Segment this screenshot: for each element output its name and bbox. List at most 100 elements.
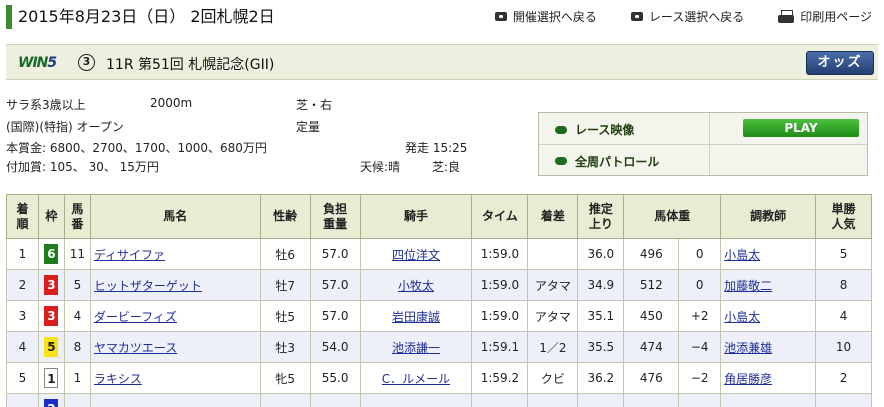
race-video-label-wrap: レース映像 <box>555 121 634 138</box>
trainer-link[interactable]: 池添兼雄 <box>724 341 772 355</box>
trainer-link[interactable]: 小島太 <box>724 248 760 262</box>
horse-link[interactable]: ディサイファ <box>94 248 165 262</box>
jockey-link[interactable]: 小牧太 <box>398 279 434 293</box>
print-page-link[interactable]: 印刷用ページ <box>778 8 872 25</box>
video-panel: レース映像 PLAY 全周パトロール <box>538 112 868 176</box>
trainer-link[interactable]: 加藤敬二 <box>724 279 772 293</box>
waku-badge: 3 <box>44 275 59 295</box>
num-cell: 8 <box>63 331 91 363</box>
jockey-link[interactable]: 池添謙一 <box>392 341 440 355</box>
waku-cell: 1 <box>37 362 65 394</box>
bodyweight-cell: 450 <box>623 300 680 332</box>
jockey-cell: C．ルメール <box>359 362 473 394</box>
margin-cell: アタマ <box>527 300 579 332</box>
results-table: 着 順 枠 馬 番 馬名 性齢 負担 重量 騎手 タイム 着差 推定 上り 馬体… <box>6 194 872 407</box>
rank-cell: 2 <box>6 269 39 301</box>
last3f-cell: 36.0 <box>577 238 625 270</box>
jockey-cell: 小牧太 <box>359 269 473 301</box>
weight-cell: 54.0 <box>309 331 361 363</box>
bodyweight-diff-cell <box>678 393 722 407</box>
weight-cell: 57.0 <box>309 238 361 270</box>
back-to-meeting-label: 開催選択へ戻る <box>512 10 597 24</box>
waku-badge: 1 <box>44 368 59 388</box>
bodyweight-cell: 474 <box>623 331 680 363</box>
jockey-link[interactable]: 岩田康誠 <box>392 310 440 324</box>
jockey-link[interactable]: 四位洋文 <box>392 248 440 262</box>
bodyweight-diff-cell: −4 <box>678 331 722 363</box>
trainer-cell: 池添兼雄 <box>720 331 817 363</box>
bodyweight-diff-cell: 0 <box>678 238 722 270</box>
sexage-cell: 牡6 <box>259 238 311 270</box>
race-class: サラ系3歳以上 <box>6 98 86 112</box>
back-to-meeting-link[interactable]: 開催選択へ戻る <box>494 8 597 25</box>
weight-cell: 55.0 <box>309 362 361 394</box>
popularity-cell: 10 <box>815 331 872 363</box>
trainer-link[interactable]: 角居勝彦 <box>724 372 772 386</box>
horse-cell: ヒットザターゲット <box>89 269 261 301</box>
trainer-cell: 角居勝彦 <box>720 362 817 394</box>
race-weather: 天候:晴 <box>360 160 401 174</box>
horse-cell: ラキシス <box>89 362 261 394</box>
waku-cell: 3 <box>37 300 65 332</box>
waku-cell: 6 <box>37 238 65 270</box>
jockey-link[interactable]: C．ルメール <box>382 372 450 386</box>
patrol-video-row[interactable]: 全周パトロール <box>539 146 867 176</box>
last3f-cell <box>577 393 625 407</box>
popularity-cell: 5 <box>815 238 872 270</box>
play-button[interactable]: PLAY <box>743 119 859 137</box>
margin-cell: アタマ <box>527 269 579 301</box>
col-time: タイム <box>471 194 529 239</box>
col-sexage: 性齢 <box>259 194 311 239</box>
table-row: 3 3 4 ダービーフィズ 牡5 57.0 岩田康誠 1:59.0 アタマ 35… <box>6 300 872 332</box>
trainer-link[interactable]: 小島太 <box>724 310 760 324</box>
race-distance: 2000m <box>150 96 193 110</box>
video-icon <box>555 157 567 165</box>
col-rank: 着 順 <box>6 194 39 239</box>
weight-cell: 57.0 <box>309 269 361 301</box>
col-bodyweight: 馬体重 <box>623 194 722 239</box>
col-waku: 枠 <box>37 194 65 239</box>
weight-cell: 57.0 <box>309 300 361 332</box>
waku-badge: 5 <box>44 337 59 357</box>
waku-cell: 5 <box>37 331 65 363</box>
odds-button[interactable]: オッズ <box>806 51 874 75</box>
margin-cell: クビ <box>527 362 579 394</box>
table-row: 1 6 11 ディサイファ 牡6 57.0 四位洋文 1:59.0 36.0 4… <box>6 238 872 270</box>
horse-link[interactable]: ダービーフィズ <box>94 310 177 324</box>
time-cell: 1:59.1 <box>471 331 529 363</box>
jockey-cell: 岩田康誠 <box>359 300 473 332</box>
patrol-video-label: 全周パトロール <box>575 154 660 169</box>
race-start-time: 発走 15:25 <box>405 141 468 155</box>
trainer-cell: 加藤敬二 <box>720 269 817 301</box>
sexage-cell: 牝5 <box>259 362 311 394</box>
trainer-cell: 小島太 <box>720 238 817 270</box>
horse-cell <box>89 393 261 407</box>
time-cell: 1:59.0 <box>471 300 529 332</box>
top-bar: 2015年8月23日（日） 2回札幌2日 開催選択へ戻る レース選択へ戻る 印刷… <box>0 0 884 34</box>
col-popularity: 単勝 人気 <box>815 194 872 239</box>
back-to-race-link[interactable]: レース選択へ戻る <box>630 8 745 25</box>
col-last3f: 推定 上り <box>577 194 625 239</box>
top-links: 開催選択へ戻る レース選択へ戻る 印刷用ページ <box>494 8 872 25</box>
horse-link[interactable]: ラキシス <box>94 372 142 386</box>
col-trainer: 調教師 <box>720 194 817 239</box>
last3f-cell: 34.9 <box>577 269 625 301</box>
rank-cell: 4 <box>6 331 39 363</box>
num-cell: 11 <box>63 238 91 270</box>
win5-leg-badge: 3 <box>78 54 95 71</box>
bodyweight-cell: 512 <box>623 269 680 301</box>
sexage-cell: 牡3 <box>259 331 311 363</box>
horse-link[interactable]: ヒットザターゲット <box>94 279 202 293</box>
win5-logo: WIN5 <box>18 55 57 71</box>
time-cell: 1:59.0 <box>471 269 529 301</box>
horse-link[interactable]: ヤマカツエース <box>94 341 177 355</box>
popularity-cell: 2 <box>815 362 872 394</box>
horse-cell: ダービーフィズ <box>89 300 261 332</box>
sexage-cell: 牡5 <box>259 300 311 332</box>
jockey-cell: 四位洋文 <box>359 238 473 270</box>
race-conditions: (国際)(特指) オープン <box>6 120 124 134</box>
video-icon <box>555 125 567 134</box>
popularity-cell: 4 <box>815 300 872 332</box>
back-to-race-label: レース選択へ戻る <box>648 10 745 24</box>
patrol-label-wrap: 全周パトロール <box>555 153 659 170</box>
